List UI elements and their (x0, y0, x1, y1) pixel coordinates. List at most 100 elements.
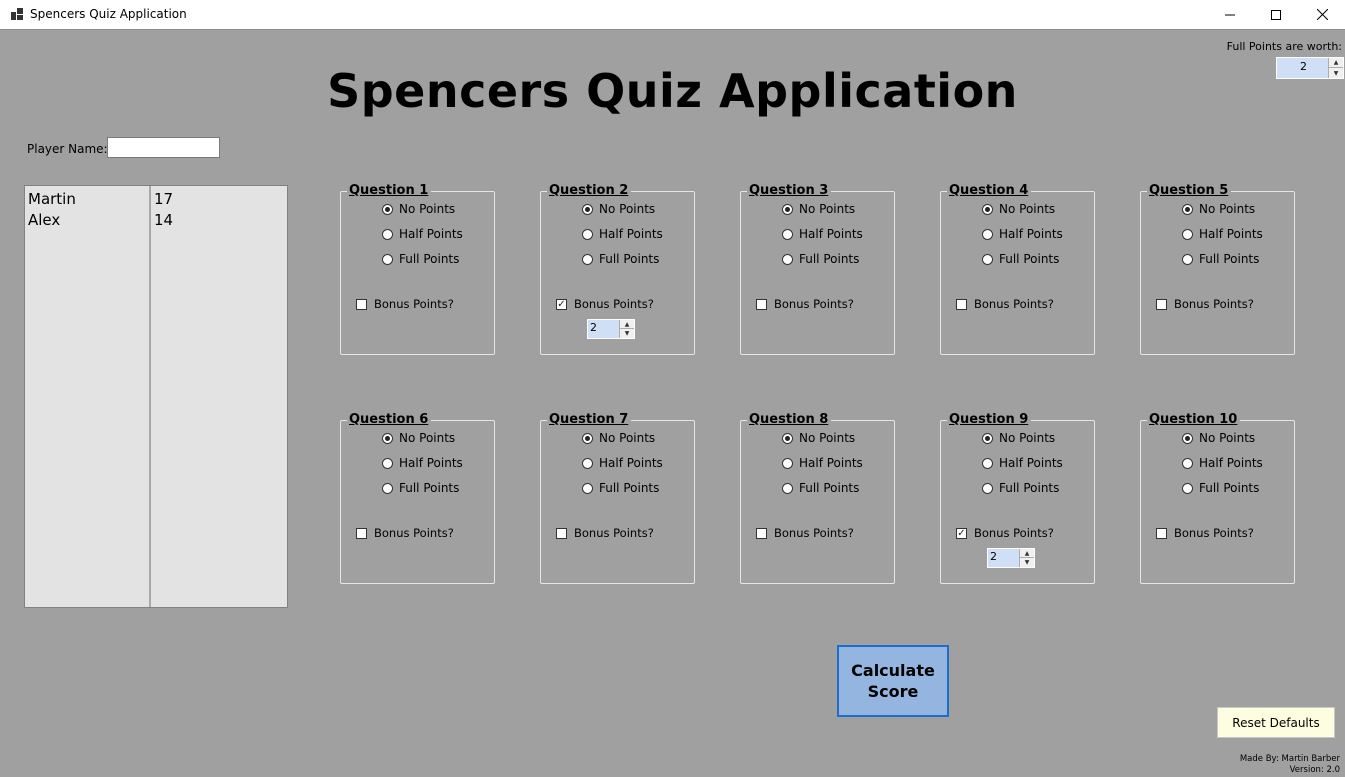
player-name-cell[interactable]: Alex (28, 210, 76, 231)
radio-label[interactable]: No Points (799, 431, 855, 445)
radio-button[interactable] (582, 228, 593, 240)
radio-label[interactable]: No Points (999, 431, 1055, 445)
reset-defaults-button[interactable]: Reset Defaults (1217, 707, 1335, 738)
radio-option[interactable]: Half Points (982, 456, 1063, 470)
radio-option[interactable]: No Points (1182, 202, 1255, 216)
radio-option[interactable]: Full Points (1182, 481, 1259, 495)
bonus-checkbox[interactable] (756, 298, 767, 310)
radio-option[interactable]: Full Points (582, 481, 659, 495)
calculate-score-button[interactable]: Calculate Score (837, 645, 949, 717)
radio-button[interactable] (382, 228, 393, 240)
bonus-checkbox[interactable] (556, 527, 567, 539)
spin-up-icon[interactable]: ▲ (620, 320, 634, 329)
radio-option[interactable]: No Points (982, 431, 1055, 445)
scoreboard[interactable]: Martin Alex 17 14 (24, 185, 288, 608)
radio-label[interactable]: Full Points (799, 252, 859, 266)
radio-option[interactable]: Half Points (582, 456, 663, 470)
bonus-label[interactable]: Bonus Points? (374, 297, 454, 311)
radio-option[interactable]: No Points (382, 202, 455, 216)
radio-label[interactable]: Full Points (1199, 481, 1259, 495)
radio-option[interactable]: Half Points (782, 227, 863, 241)
radio-label[interactable]: No Points (599, 202, 655, 216)
bonus-label[interactable]: Bonus Points? (1174, 297, 1254, 311)
radio-option[interactable]: Half Points (582, 227, 663, 241)
radio-label[interactable]: No Points (599, 431, 655, 445)
radio-option[interactable]: No Points (1182, 431, 1255, 445)
radio-button[interactable] (1182, 203, 1193, 215)
close-button[interactable] (1299, 0, 1345, 29)
player-score-cell[interactable]: 14 (154, 210, 173, 231)
radio-option[interactable]: Half Points (982, 227, 1063, 241)
radio-option[interactable]: Half Points (782, 456, 863, 470)
radio-button[interactable] (582, 457, 593, 469)
radio-label[interactable]: Half Points (799, 227, 863, 241)
radio-option[interactable]: Full Points (382, 252, 459, 266)
radio-button[interactable] (982, 457, 993, 469)
radio-label[interactable]: No Points (1199, 431, 1255, 445)
radio-option[interactable]: Full Points (982, 252, 1059, 266)
bonus-checkbox[interactable] (356, 298, 367, 310)
radio-label[interactable]: Half Points (599, 227, 663, 241)
radio-button[interactable] (782, 228, 793, 240)
radio-label[interactable]: Full Points (999, 252, 1059, 266)
bonus-label[interactable]: Bonus Points? (774, 526, 854, 540)
bonus-checkbox[interactable] (956, 298, 967, 310)
bonus-checkbox[interactable]: ✓ (556, 298, 567, 310)
radio-button[interactable] (382, 203, 393, 215)
spinner-buttons[interactable]: ▲ ▼ (1019, 549, 1034, 567)
bonus-points-option[interactable]: ✓ Bonus Points? (556, 297, 654, 311)
player-name-input[interactable] (107, 137, 220, 158)
radio-label[interactable]: No Points (799, 202, 855, 216)
bonus-points-option[interactable]: Bonus Points? (1156, 526, 1254, 540)
bonus-points-option[interactable]: Bonus Points? (356, 526, 454, 540)
radio-button[interactable] (782, 203, 793, 215)
radio-button[interactable] (982, 482, 993, 494)
bonus-points-option[interactable]: Bonus Points? (1156, 297, 1254, 311)
bonus-label[interactable]: Bonus Points? (574, 297, 654, 311)
radio-label[interactable]: Full Points (599, 252, 659, 266)
radio-option[interactable]: No Points (782, 202, 855, 216)
bonus-label[interactable]: Bonus Points? (1174, 526, 1254, 540)
radio-option[interactable]: Full Points (782, 252, 859, 266)
bonus-label[interactable]: Bonus Points? (574, 526, 654, 540)
bonus-checkbox[interactable]: ✓ (956, 527, 967, 539)
bonus-points-spinner[interactable]: 2 ▲ ▼ (587, 319, 635, 339)
radio-label[interactable]: Half Points (999, 456, 1063, 470)
radio-label[interactable]: Full Points (799, 481, 859, 495)
radio-label[interactable]: Full Points (999, 481, 1059, 495)
radio-button[interactable] (982, 228, 993, 240)
radio-option[interactable]: Half Points (1182, 456, 1263, 470)
radio-button[interactable] (782, 457, 793, 469)
radio-button[interactable] (982, 203, 993, 215)
spin-down-icon[interactable]: ▼ (620, 329, 634, 338)
radio-button[interactable] (382, 253, 393, 265)
bonus-label[interactable]: Bonus Points? (774, 297, 854, 311)
radio-label[interactable]: Half Points (399, 456, 463, 470)
radio-option[interactable]: Half Points (1182, 227, 1263, 241)
radio-button[interactable] (982, 432, 993, 444)
radio-option[interactable]: Full Points (782, 481, 859, 495)
radio-label[interactable]: Half Points (599, 456, 663, 470)
radio-button[interactable] (982, 253, 993, 265)
radio-option[interactable]: Half Points (382, 227, 463, 241)
radio-button[interactable] (782, 253, 793, 265)
radio-button[interactable] (1182, 432, 1193, 444)
radio-label[interactable]: Half Points (999, 227, 1063, 241)
radio-button[interactable] (582, 432, 593, 444)
radio-option[interactable]: No Points (582, 431, 655, 445)
radio-button[interactable] (782, 432, 793, 444)
radio-button[interactable] (1182, 253, 1193, 265)
radio-button[interactable] (382, 432, 393, 444)
bonus-checkbox[interactable] (1156, 298, 1167, 310)
radio-option[interactable]: No Points (382, 431, 455, 445)
radio-button[interactable] (382, 457, 393, 469)
radio-label[interactable]: Full Points (599, 481, 659, 495)
bonus-points-option[interactable]: Bonus Points? (756, 297, 854, 311)
bonus-label[interactable]: Bonus Points? (974, 297, 1054, 311)
radio-option[interactable]: No Points (582, 202, 655, 216)
bonus-checkbox[interactable] (756, 527, 767, 539)
radio-label[interactable]: Half Points (1199, 456, 1263, 470)
bonus-label[interactable]: Bonus Points? (374, 526, 454, 540)
bonus-points-value[interactable]: 2 (990, 550, 997, 563)
radio-button[interactable] (582, 203, 593, 215)
